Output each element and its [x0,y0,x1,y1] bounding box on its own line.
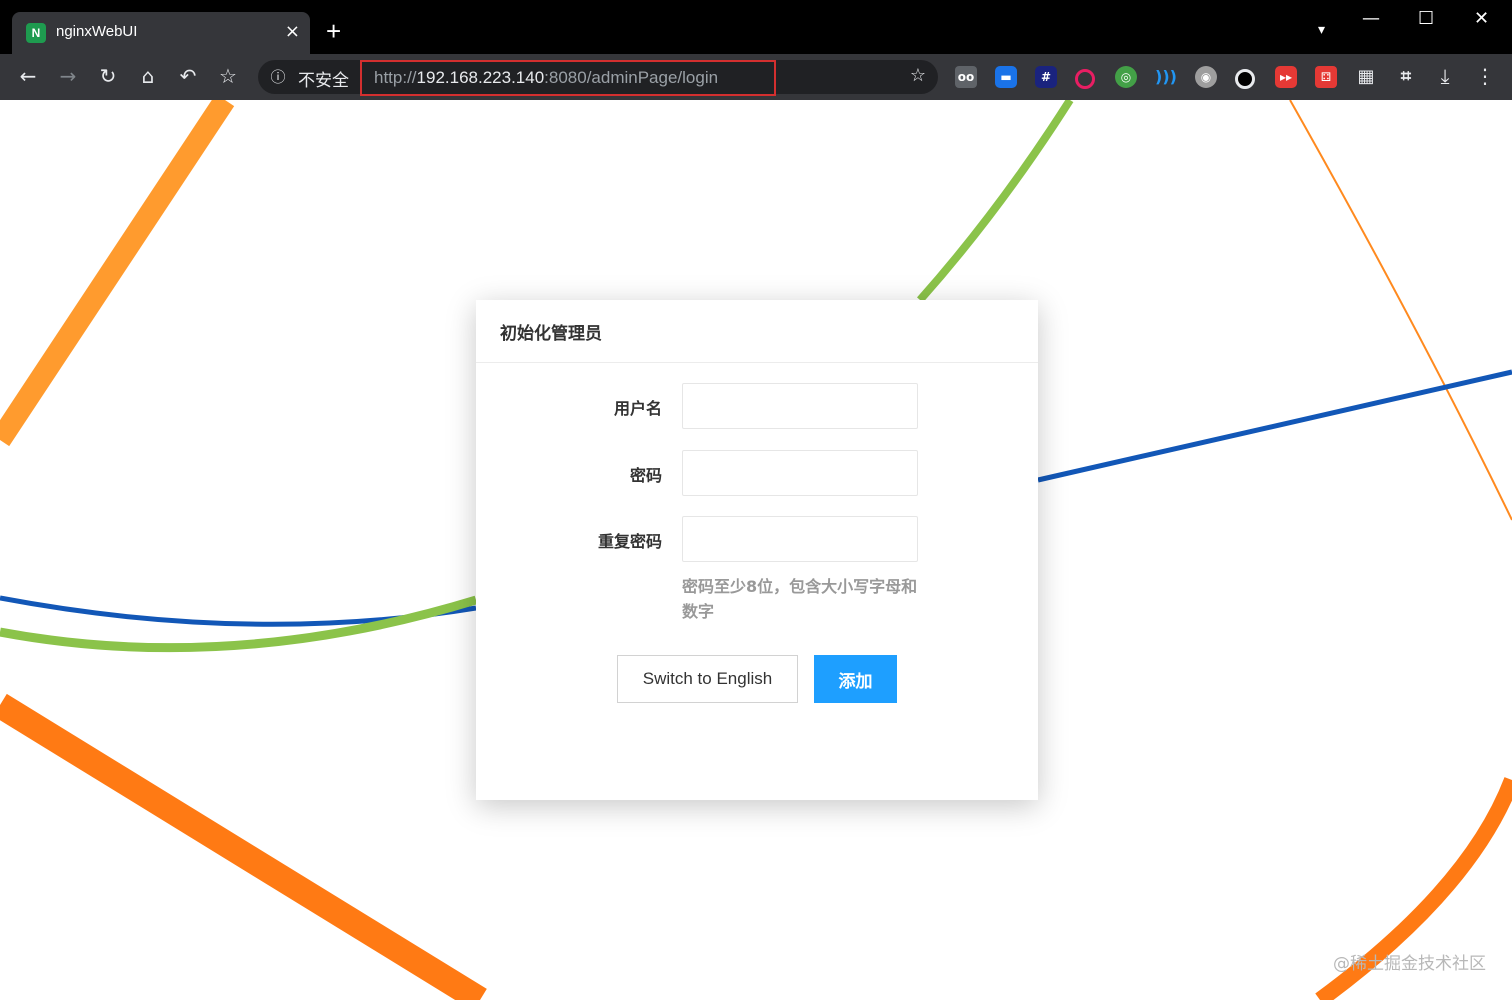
extension-grid-icon[interactable]: ▦ [1355,66,1377,88]
url-scheme: http:// [374,68,417,87]
security-label[interactable]: 不安全 [298,66,349,91]
repeat-password-row: 重复密码 [476,516,1038,562]
bookmarks-icon[interactable]: ☆ [216,64,240,88]
browser-tab[interactable]: N nginxWebUI × [12,12,310,54]
username-row: 用户名 [476,383,1038,429]
url-text[interactable]: http://192.168.223.140:8080/adminPage/lo… [374,68,718,88]
tab-search-icon[interactable]: ▾ [1318,22,1325,38]
password-hint: 密码至少8位，包含大小写字母和数字 [682,577,918,621]
extension-mail-icon[interactable]: ▬ [995,66,1017,88]
repeat-password-input[interactable] [682,516,918,562]
extension-circle-icon[interactable] [1075,69,1095,89]
url-host: 192.168.223.140 [416,68,545,87]
bg-line-green-top [917,100,1074,303]
extension-face-icon[interactable]: ◉ [1195,66,1217,88]
extension-mask-icon[interactable]: oo [955,66,977,88]
home-icon[interactable]: ⌂ [136,64,160,88]
address-bar[interactable]: ⓘ 不安全 http://192.168.223.140:8080/adminP… [258,60,938,96]
extension-record-icon[interactable] [1235,69,1255,89]
bookmark-star-icon[interactable]: ☆ [910,65,926,86]
extension-video-icon[interactable]: ▸▸ [1275,66,1297,88]
close-window-button[interactable]: ✕ [1474,8,1489,29]
minimize-button[interactable]: — [1362,8,1380,29]
download-icon[interactable]: ⤓ [1433,64,1457,88]
url-path: :8080/adminPage/login [544,68,719,87]
password-input[interactable] [682,450,918,496]
crop-icon[interactable]: ⌗ [1395,66,1417,88]
extension-dice-icon[interactable]: ⚃ [1315,66,1337,88]
bg-line-orange-bottom [0,693,487,1000]
menu-icon[interactable]: ⋮ [1473,64,1497,88]
bg-line-orange-top [0,100,235,447]
url-highlight[interactable]: http://192.168.223.140:8080/adminPage/lo… [360,60,776,96]
tab-title: nginxWebUI [56,23,138,40]
info-icon[interactable]: ⓘ [268,67,288,87]
browser-toolbar: ← → ↻ ⌂ ↶ ☆ ⓘ 不安全 http://192.168.223.140… [0,54,1512,100]
dialog-title: 初始化管理员 [476,300,1038,363]
nginx-favicon-icon: N [26,23,46,43]
username-label: 用户名 [613,399,662,418]
switch-language-button[interactable]: Switch to English [617,655,798,703]
forward-icon[interactable]: → [56,64,80,88]
extension-wave-icon[interactable]: ))) [1155,66,1177,88]
back-icon[interactable]: ← [16,64,40,88]
new-tab-button[interactable]: + [326,18,341,44]
password-label: 密码 [629,466,662,485]
extension-hash-icon[interactable]: # [1035,66,1057,88]
username-input[interactable] [682,383,918,429]
undo-icon[interactable]: ↶ [176,64,200,88]
repeat-password-label: 重复密码 [597,532,662,551]
extension-globe-icon[interactable]: ◎ [1115,66,1137,88]
add-button[interactable]: 添加 [814,655,897,703]
init-admin-dialog: 初始化管理员 用户名 密码 重复密码 密码至少8位，包含大小写字母和数字 Swi… [476,300,1038,800]
page-viewport: 初始化管理员 用户名 密码 重复密码 密码至少8位，包含大小写字母和数字 Swi… [0,100,1512,1000]
browser-titlebar: N nginxWebUI × + ▾ — ☐ ✕ [0,0,1512,54]
bg-line-blue-right [1037,369,1512,483]
maximize-button[interactable]: ☐ [1418,8,1434,29]
reload-icon[interactable]: ↻ [96,64,120,88]
watermark: @稀土掘金技术社区 [1333,954,1486,974]
tab-close-icon[interactable]: × [285,21,300,42]
bg-line-orange-thin [1289,100,1512,521]
password-row: 密码 [476,450,1038,496]
